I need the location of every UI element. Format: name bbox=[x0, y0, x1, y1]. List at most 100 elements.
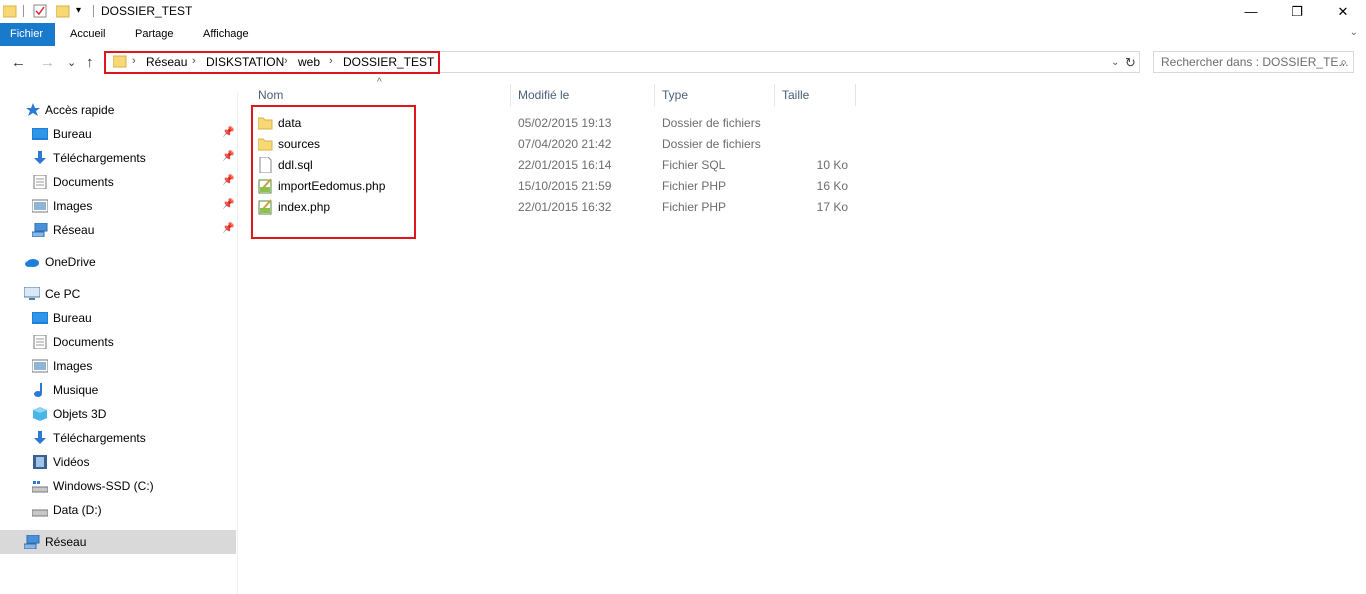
sidebar-item-musique[interactable]: Musique bbox=[0, 378, 236, 402]
sort-ascending-icon: ^ bbox=[377, 77, 382, 88]
tab-partage[interactable]: Partage bbox=[125, 23, 184, 46]
sidebar-item-data-d[interactable]: Data (D:) bbox=[0, 498, 236, 522]
maximize-button[interactable]: ❐ bbox=[1274, 0, 1320, 23]
sidebar-item-bureau[interactable]: Bureau 📌 bbox=[0, 122, 236, 146]
close-button[interactable]: ✕ bbox=[1320, 0, 1366, 23]
file-modified: 15/10/2015 21:59 bbox=[518, 179, 612, 193]
address-highlight-box bbox=[104, 51, 440, 74]
column-divider[interactable] bbox=[654, 84, 655, 106]
file-modified: 22/01/2015 16:14 bbox=[518, 158, 612, 172]
sidebar-item-label: Bureau bbox=[53, 127, 92, 141]
sidebar-item-label: Documents bbox=[53, 335, 114, 349]
sidebar-item-telechargements[interactable]: Téléchargements 📌 bbox=[0, 146, 236, 170]
sidebar-item-objets-3d[interactable]: Objets 3D bbox=[0, 402, 236, 426]
search-input[interactable]: Rechercher dans : DOSSIER_TE... ⌕ bbox=[1153, 51, 1354, 73]
title-bar: ▾ DOSSIER_TEST — ❐ ✕ bbox=[0, 0, 1366, 23]
sidebar-item-label: Windows-SSD (C:) bbox=[53, 479, 154, 493]
sidebar-item-label: Téléchargements bbox=[53, 431, 146, 445]
sidebar-item-documents[interactable]: Documents 📌 bbox=[0, 170, 236, 194]
navigation-bar: ← → ⌄ ↑ › Réseau › DISKSTATION › web › D… bbox=[0, 46, 1366, 80]
download-icon bbox=[32, 151, 48, 165]
column-headers: ^ Nom Modifié le Type Taille bbox=[250, 77, 856, 108]
sidebar-item-label: Vidéos bbox=[53, 455, 90, 469]
file-modified: 05/02/2015 19:13 bbox=[518, 116, 612, 130]
search-icon[interactable]: ⌕ bbox=[1340, 55, 1347, 70]
sidebar-item-bureau-pc[interactable]: Bureau bbox=[0, 306, 236, 330]
sidebar-item-telechargements-pc[interactable]: Téléchargements bbox=[0, 426, 236, 450]
customize-toolbar-icon[interactable]: ▾ bbox=[76, 5, 90, 19]
cloud-icon bbox=[24, 255, 40, 269]
window-title: DOSSIER_TEST bbox=[101, 4, 193, 18]
column-header-name[interactable]: Nom bbox=[258, 88, 283, 102]
cube-icon bbox=[32, 407, 48, 421]
sidebar-item-label: Ce PC bbox=[45, 287, 81, 301]
sidebar-item-label: Documents bbox=[53, 175, 114, 189]
tab-fichier[interactable]: Fichier bbox=[0, 23, 55, 46]
sidebar-item-ce-pc[interactable]: Ce PC bbox=[0, 282, 236, 306]
up-button[interactable]: ↑ bbox=[86, 54, 94, 71]
sidebar-item-images-pc[interactable]: Images bbox=[0, 354, 236, 378]
sidebar-item-label: Images bbox=[53, 359, 93, 373]
column-divider[interactable] bbox=[855, 84, 856, 106]
sidebar-item-label: Accès rapide bbox=[45, 103, 115, 117]
column-header-size[interactable]: Taille bbox=[782, 88, 809, 102]
column-divider[interactable] bbox=[510, 84, 511, 106]
back-button[interactable]: ← bbox=[11, 54, 26, 71]
pin-icon[interactable]: 📌 bbox=[222, 175, 234, 186]
pin-icon[interactable]: 📌 bbox=[222, 223, 234, 234]
pin-icon[interactable]: 📌 bbox=[222, 151, 234, 162]
drive-c-icon bbox=[32, 479, 48, 493]
documents-icon bbox=[32, 175, 48, 189]
sidebar-item-label: Data (D:) bbox=[53, 503, 102, 517]
sidebar-item-label: Images bbox=[53, 199, 93, 213]
refresh-button[interactable]: ↻ bbox=[1125, 55, 1136, 71]
sidebar-item-label: Objets 3D bbox=[53, 407, 107, 421]
desktop-icon bbox=[32, 127, 48, 141]
expand-ribbon-icon[interactable]: ⌄ bbox=[1350, 27, 1358, 38]
star-icon bbox=[25, 103, 41, 117]
file-type: Dossier de fichiers bbox=[662, 137, 761, 151]
search-placeholder: Rechercher dans : DOSSIER_TE... bbox=[1161, 55, 1349, 69]
properties-icon[interactable] bbox=[33, 4, 47, 18]
file-size: 17 Ko bbox=[816, 200, 848, 214]
sidebar-item-onedrive[interactable]: OneDrive bbox=[0, 250, 236, 274]
divider bbox=[23, 5, 24, 17]
sidebar-item-windows-ssd[interactable]: Windows-SSD (C:) bbox=[0, 474, 236, 498]
column-header-modified[interactable]: Modifié le bbox=[518, 88, 569, 102]
recent-locations-button[interactable]: ⌄ bbox=[67, 56, 76, 69]
ribbon-tabs: Fichier Accueil Partage Affichage ⌄ bbox=[0, 23, 1366, 46]
column-header-type[interactable]: Type bbox=[662, 88, 688, 102]
column-divider[interactable] bbox=[774, 84, 775, 106]
sidebar-item-videos[interactable]: Vidéos bbox=[0, 450, 236, 474]
tab-affichage[interactable]: Affichage bbox=[193, 23, 259, 46]
pin-icon[interactable]: 📌 bbox=[222, 127, 234, 138]
file-type: Fichier PHP bbox=[662, 200, 727, 214]
sidebar-item-label: Réseau bbox=[45, 535, 87, 549]
sidebar-item-acces-rapide[interactable]: Accès rapide bbox=[0, 98, 236, 122]
sidebar-item-documents-pc[interactable]: Documents bbox=[0, 330, 236, 354]
minimize-button[interactable]: — bbox=[1228, 0, 1274, 23]
pin-icon[interactable]: 📌 bbox=[222, 199, 234, 210]
divider bbox=[93, 5, 94, 17]
images-icon bbox=[32, 359, 48, 373]
address-dropdown-icon[interactable]: ⌄ bbox=[1111, 57, 1119, 68]
new-folder-icon[interactable] bbox=[56, 4, 70, 18]
sidebar-item-reseau[interactable]: Réseau bbox=[0, 530, 236, 554]
forward-button[interactable]: → bbox=[40, 54, 55, 71]
sidebar-item-images[interactable]: Images 📌 bbox=[0, 194, 236, 218]
folder-icon bbox=[3, 4, 17, 18]
download-icon bbox=[32, 431, 48, 445]
documents-icon bbox=[32, 335, 48, 349]
drive-icon bbox=[32, 503, 48, 517]
network-icon bbox=[32, 223, 48, 237]
desktop-icon bbox=[32, 311, 48, 325]
file-size: 16 Ko bbox=[816, 179, 848, 193]
file-type: Fichier SQL bbox=[662, 158, 726, 172]
file-modified: 07/04/2020 21:42 bbox=[518, 137, 612, 151]
sidebar-item-reseau-pinned[interactable]: Réseau 📌 bbox=[0, 218, 236, 242]
tab-accueil[interactable]: Accueil bbox=[60, 23, 115, 46]
sidebar-item-label: OneDrive bbox=[45, 255, 96, 269]
file-size: 10 Ko bbox=[816, 158, 848, 172]
computer-icon bbox=[24, 287, 40, 301]
sidebar-item-label: Bureau bbox=[53, 311, 92, 325]
